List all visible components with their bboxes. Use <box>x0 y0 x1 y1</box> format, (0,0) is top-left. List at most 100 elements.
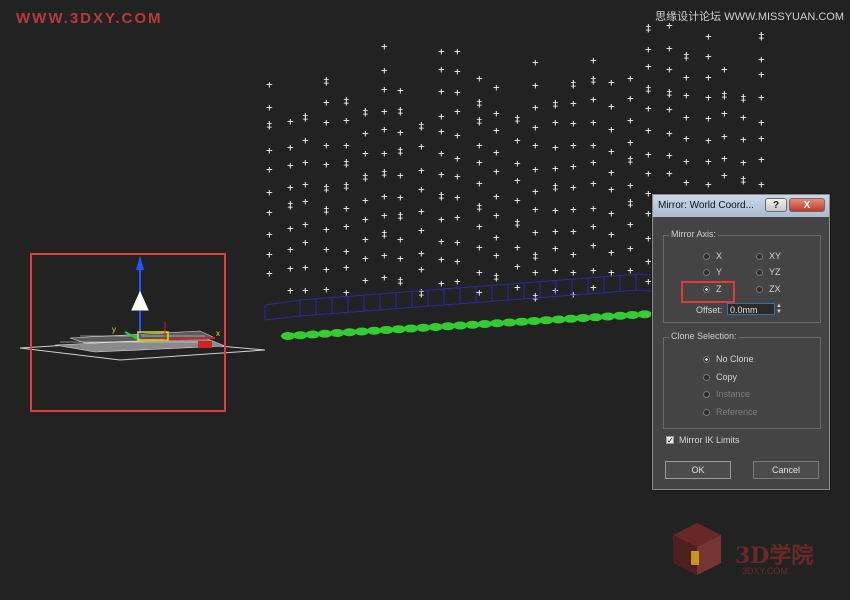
offset-input[interactable]: 0.0mm <box>727 303 775 315</box>
grass-patch <box>514 317 529 326</box>
particle: + <box>454 255 461 268</box>
box-wireframe <box>264 273 661 321</box>
ok-button[interactable]: OK <box>665 461 731 479</box>
particle: ‡ <box>514 217 521 230</box>
particle: + <box>666 167 673 180</box>
particle: + <box>608 207 615 220</box>
particle: + <box>645 43 652 56</box>
particle: + <box>343 114 350 127</box>
particle: + <box>362 127 369 140</box>
particle: + <box>721 130 728 143</box>
particle: + <box>454 191 461 204</box>
grass-patch <box>527 317 541 325</box>
particle: ‡ <box>493 271 500 284</box>
particle: ‡ <box>418 120 425 133</box>
particle: + <box>287 159 294 172</box>
particle: + <box>476 72 483 85</box>
offset-spinner[interactable]: ▲ ▼ <box>775 303 783 315</box>
particle: + <box>590 93 597 106</box>
clone-radio-reference[interactable]: Reference <box>703 407 758 417</box>
particle: + <box>266 163 273 176</box>
axis-radio-xy[interactable]: XY <box>756 251 781 261</box>
particle: + <box>493 107 500 120</box>
particle: + <box>721 63 728 76</box>
particle: + <box>570 139 577 152</box>
particle: + <box>590 116 597 129</box>
particle: + <box>608 76 615 89</box>
particle: + <box>287 141 294 154</box>
particle: + <box>740 111 747 124</box>
axis-radio-y[interactable]: Y <box>703 267 722 277</box>
particle: + <box>454 236 461 249</box>
particle: + <box>608 145 615 158</box>
particle: + <box>627 242 634 255</box>
particle: + <box>381 64 388 77</box>
mirror-ik-checkbox[interactable]: ✓ Mirror IK Limits <box>666 435 740 445</box>
grass-patch <box>416 323 431 332</box>
dialog-titlebar[interactable]: Mirror: World Coord... ? X <box>653 195 829 217</box>
checkmark-icon: ✓ <box>666 436 674 445</box>
particle: ‡ <box>343 95 350 108</box>
particle: + <box>552 242 559 255</box>
grass-patch <box>600 312 615 321</box>
particle: + <box>532 163 539 176</box>
particle: + <box>343 245 350 258</box>
axis-radio-x[interactable]: X <box>703 251 722 261</box>
particle: ‡ <box>381 167 388 180</box>
particle: + <box>532 79 539 92</box>
particle: + <box>532 266 539 279</box>
axis-radio-yz[interactable]: YZ <box>756 267 781 277</box>
particle: + <box>362 213 369 226</box>
particle: + <box>287 262 294 275</box>
particle: + <box>493 81 500 94</box>
spinner-down-icon: ▼ <box>776 309 782 315</box>
particle: + <box>302 284 309 297</box>
particle: + <box>608 246 615 259</box>
particle: + <box>758 53 765 66</box>
particle: + <box>266 248 273 261</box>
particle: + <box>645 60 652 73</box>
particle: + <box>608 266 615 279</box>
cancel-button[interactable]: Cancel <box>753 461 819 479</box>
particle: + <box>570 225 577 238</box>
help-button[interactable]: ? <box>765 198 787 212</box>
mirror-dialog: Mirror: World Coord... ? X Mirror Axis: … <box>652 194 830 490</box>
clone-radio-instance[interactable]: Instance <box>703 389 750 399</box>
particle: + <box>362 252 369 265</box>
particle: ‡ <box>323 182 330 195</box>
particle: + <box>454 45 461 58</box>
particle: ‡ <box>476 97 483 110</box>
particle: + <box>627 92 634 105</box>
grass-patch <box>281 332 295 340</box>
particle: ‡ <box>287 199 294 212</box>
particle: + <box>397 191 404 204</box>
particle: + <box>493 231 500 244</box>
particle: + <box>493 190 500 203</box>
particle: + <box>608 183 615 196</box>
close-button[interactable]: X <box>789 198 825 212</box>
particle: + <box>590 54 597 67</box>
particle: + <box>683 89 690 102</box>
particle: + <box>590 156 597 169</box>
grass-patch <box>539 316 554 325</box>
particle: ‡ <box>666 87 673 100</box>
watermark-bottom-right-sub: 3DXY.COM <box>742 566 788 576</box>
box-wire-ticks <box>299 274 637 316</box>
radio-dot <box>703 252 710 260</box>
particle: + <box>323 223 330 236</box>
grass-patch <box>342 328 357 337</box>
axis-radio-zx[interactable]: ZX <box>756 284 781 294</box>
clone-radio-copy[interactable]: Copy <box>703 372 737 382</box>
particle: + <box>438 125 445 138</box>
grass-patch <box>404 324 418 333</box>
particle: + <box>438 63 445 76</box>
particle: + <box>438 45 445 58</box>
clone-no-clone-label: No Clone <box>716 354 754 364</box>
clone-radio-no-clone[interactable]: No Clone <box>703 354 754 364</box>
particle: + <box>514 157 521 170</box>
grass-patch <box>428 323 443 331</box>
particle: + <box>266 144 273 157</box>
particle: + <box>287 222 294 235</box>
particle: + <box>570 266 577 279</box>
particle: ‡ <box>476 115 483 128</box>
